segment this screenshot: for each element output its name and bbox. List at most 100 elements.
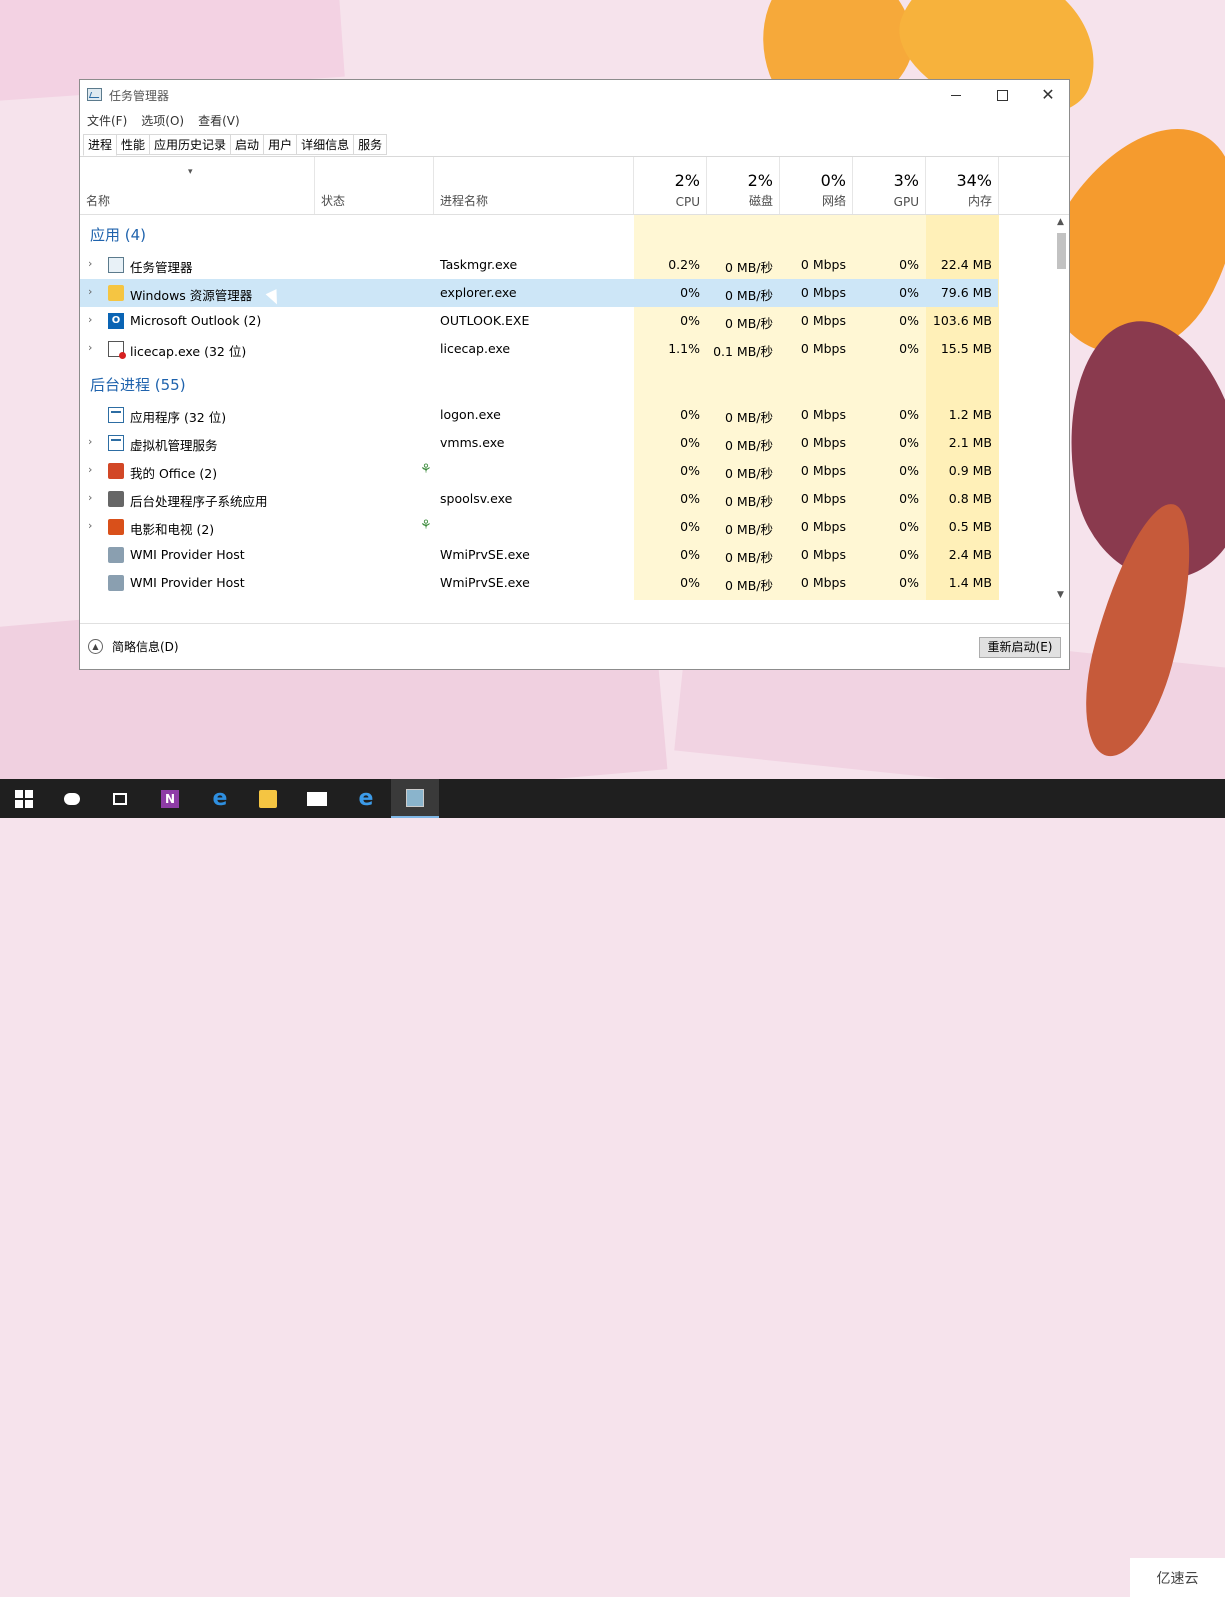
process-row[interactable]: WMI Provider HostWmiPrvSE.exe0%0 MB/秒0 M… [80, 541, 998, 569]
cpu-value: 0% [680, 547, 700, 562]
header-disk[interactable]: 2% 磁盘 [707, 157, 780, 214]
process-row[interactable]: › licecap.exe (32 位) licecap.exe 1.1% 0.1 MB… [80, 335, 998, 363]
fewer-details-toggle[interactable]: ▲ 简略信息(D) [88, 638, 179, 655]
tab-services[interactable]: 服务 [354, 134, 388, 155]
gpu-value: 0% [899, 257, 919, 272]
printer-icon [108, 491, 124, 507]
expand-chevron-icon[interactable]: › [88, 463, 92, 476]
menu-bar: 文件(F) 选项(O) 查看(V) [80, 111, 247, 131]
suspended-leaf-icon: ⚘ [420, 462, 432, 477]
file-explorer-button[interactable] [244, 779, 292, 818]
memory-total: 34% [956, 171, 992, 190]
edge-button[interactable]: e [196, 779, 244, 818]
memory-value: 0.5 MB [948, 519, 992, 534]
cpu-value: 0% [680, 491, 700, 506]
process-image-name: Taskmgr.exe [440, 257, 518, 272]
process-row[interactable]: 应用程序 (32 位) logon.exe 0% 0 MB/秒 0 Mbps 0% 1.2 … [80, 401, 998, 429]
memory-value: 0.9 MB [948, 463, 992, 478]
maximize-button[interactable] [979, 80, 1025, 110]
process-image-name: WmiPrvSE.exe [440, 547, 530, 562]
maximize-icon [996, 89, 1008, 101]
tab-processes[interactable]: 进程 [83, 134, 118, 156]
header-cpu[interactable]: 2% CPU [634, 157, 707, 214]
gpu-value: 0% [899, 285, 919, 300]
edge-icon: e [212, 785, 228, 811]
expand-chevron-icon[interactable]: › [88, 519, 92, 532]
header-gpu[interactable]: 3% GPU [853, 157, 926, 214]
disk-value: 0 MB/秒 [725, 522, 773, 537]
memory-value: 103.6 MB [932, 313, 992, 328]
mail-button[interactable] [293, 779, 341, 818]
process-row[interactable]: › 任务管理器 Taskmgr.exe 0.2% 0 MB/秒 0 Mbps 0% 22.4 … [80, 251, 998, 279]
process-image-name: logon.exe [440, 407, 501, 422]
header-name[interactable]: ▾ 名称 [80, 157, 315, 214]
process-row[interactable]: WMI Provider HostWmiPrvSE.exe0%0 MB/秒0 M… [80, 569, 998, 597]
process-image-name: spoolsv.exe [440, 491, 513, 506]
tab-details[interactable]: 详细信息 [297, 134, 355, 155]
close-button[interactable]: ✕ [1025, 80, 1071, 110]
internet-explorer-icon: e [358, 785, 374, 811]
process-row[interactable]: › O Microsoft Outlook (2) OUTLOOK.EXE 0% 0 MB… [80, 307, 998, 335]
process-name: 我的 Office (2) [130, 466, 218, 481]
group-title: 应用 (4) [90, 226, 147, 244]
header-memory[interactable]: 34% 内存 [926, 157, 999, 214]
process-image-name: OUTLOOK.EXE [440, 313, 530, 328]
process-name: Windows 资源管理器 [130, 288, 253, 303]
expand-chevron-icon[interactable]: › [88, 435, 92, 448]
tab-app-history[interactable]: 应用历史记录 [150, 134, 232, 155]
expand-chevron-icon[interactable]: › [88, 257, 92, 270]
gpu-value: 0% [899, 313, 919, 328]
tab-performance[interactable]: 性能 [117, 134, 151, 155]
cpu-total: 2% [674, 171, 700, 190]
process-row[interactable]: WMI Provider HostWmiPrvSE.exe0%0 MB/秒0 M… [80, 597, 998, 602]
scroll-up-icon[interactable]: ▲ [1057, 217, 1064, 227]
vertical-scrollbar[interactable]: ▲ ▼ [1054, 215, 1069, 602]
menu-options[interactable]: 选项(O) [134, 111, 191, 131]
expand-chevron-icon[interactable]: › [88, 313, 92, 326]
menu-view[interactable]: 查看(V) [191, 111, 247, 131]
memory-value: 79.6 MB [940, 285, 992, 300]
onenote-button[interactable]: N [146, 779, 194, 818]
header-status[interactable]: 状态 [315, 157, 434, 214]
onenote-icon: N [161, 789, 179, 808]
memory-value: 1.2 MB [948, 407, 992, 422]
scrollbar-thumb[interactable] [1057, 233, 1066, 269]
header-name-label: 名称 [86, 194, 111, 208]
process-row[interactable]: › 后台处理程序子系统应用 spoolsv.exe 0% 0 MB/秒 0 Mbps 0% 0… [80, 485, 998, 513]
internet-explorer-button[interactable]: e [342, 779, 390, 818]
tab-users[interactable]: 用户 [264, 134, 298, 155]
cortana-button[interactable] [48, 779, 96, 818]
process-row[interactable]: › 虚拟机管理服务 vmms.exe 0% 0 MB/秒 0 Mbps 0% 2.1 MB [80, 429, 998, 457]
disk-value: 0 MB/秒 [725, 550, 773, 565]
start-button[interactable] [0, 779, 48, 818]
watermark: 亿速云 [1130, 1558, 1225, 1597]
group-header[interactable]: 后台进程 (55) [80, 365, 1054, 401]
memory-value: 2.1 MB [948, 435, 992, 450]
header-process-name[interactable]: 进程名称 [434, 157, 634, 214]
expand-chevron-icon[interactable]: › [88, 285, 92, 298]
group-header[interactable]: 应用 (4) [80, 215, 1054, 251]
title-bar[interactable]: 任务管理器 ✕ [80, 80, 1069, 110]
window-title: 任务管理器 [109, 89, 170, 103]
process-name: 应用程序 (32 位) [130, 410, 227, 425]
process-row[interactable]: › 电影和电视 (2) ⚘ 0% 0 MB/秒 0 Mbps 0% 0.5 MB [80, 513, 998, 541]
menu-file[interactable]: 文件(F) [80, 111, 134, 131]
expand-chevron-icon[interactable]: › [88, 491, 92, 504]
gpu-value: 0% [899, 491, 919, 506]
header-process-label: 进程名称 [440, 194, 489, 208]
expand-chevron-icon[interactable]: › [88, 341, 92, 354]
taskbar: N e e 亿速云 [0, 779, 1225, 1597]
chevron-up-icon: ▲ [88, 639, 103, 654]
scroll-down-icon[interactable]: ▼ [1057, 590, 1064, 600]
task-view-button[interactable] [96, 779, 144, 818]
process-row[interactable]: › Windows 资源管理器 explorer.exe 0% 0 MB/秒 0 Mbps… [80, 279, 998, 307]
task-manager-taskbar-button[interactable] [391, 779, 439, 818]
gpu-total: 3% [893, 171, 919, 190]
disk-value: 0 MB/秒 [725, 466, 773, 481]
header-network[interactable]: 0% 网络 [780, 157, 853, 214]
process-row[interactable]: › 我的 Office (2) ⚘ 0% 0 MB/秒 0 Mbps 0% 0.9 MB [80, 457, 998, 485]
cpu-value: 0% [680, 313, 700, 328]
minimize-button[interactable] [933, 80, 979, 110]
tab-startup[interactable]: 启动 [231, 134, 265, 155]
restart-button[interactable]: 重新启动(E) [979, 637, 1061, 658]
